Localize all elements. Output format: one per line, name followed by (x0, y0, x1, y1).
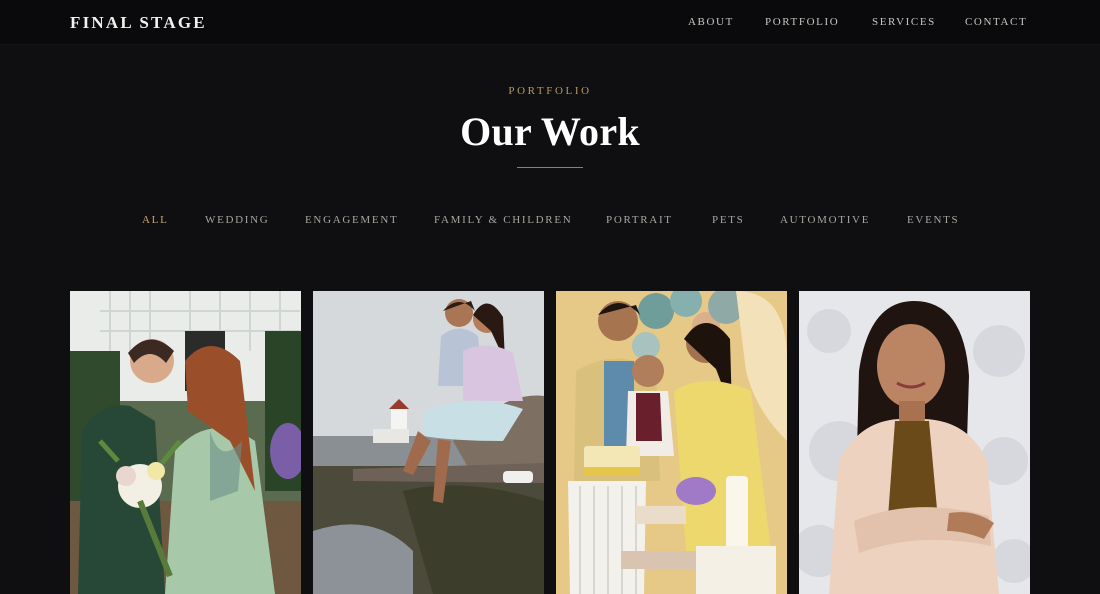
filter-portrait[interactable]: PORTRAIT (606, 214, 673, 226)
nav-link-services[interactable]: SERVICES (872, 16, 936, 28)
filter-family-children[interactable]: FAMILY & CHILDREN (434, 214, 572, 226)
filter-events[interactable]: EVENTS (907, 214, 959, 226)
engagement-beach-photo (313, 291, 544, 594)
portrait-woman-photo (799, 291, 1030, 594)
nav-link-contact[interactable]: CONTACT (965, 16, 1027, 28)
section-eyebrow: PORTFOLIO (508, 85, 592, 97)
filter-pets[interactable]: PETS (712, 214, 744, 226)
filter-automotive[interactable]: AUTOMOTIVE (780, 214, 870, 226)
title-divider (517, 167, 583, 168)
wedding-couple-photo (70, 291, 301, 594)
filter-all[interactable]: ALL (142, 214, 168, 226)
portfolio-filter-bar: ALL WEDDING ENGAGEMENT FAMILY & CHILDREN… (0, 214, 1100, 228)
family-birthday-photo (556, 291, 787, 594)
top-navigation-bar: FINAL STAGE ABOUT PORTFOLIO SERVICES CON… (0, 0, 1100, 45)
gallery-item-portrait[interactable] (799, 291, 1030, 594)
gallery-item-family[interactable] (556, 291, 787, 594)
filter-engagement[interactable]: ENGAGEMENT (305, 214, 398, 226)
nav-link-about[interactable]: ABOUT (688, 16, 734, 28)
gallery-item-engagement[interactable] (313, 291, 544, 594)
filter-wedding[interactable]: WEDDING (205, 214, 269, 226)
main-nav: ABOUT PORTFOLIO SERVICES CONTACT (0, 16, 1100, 30)
page-title: Our Work (460, 109, 640, 154)
nav-link-portfolio[interactable]: PORTFOLIO (765, 16, 839, 28)
gallery-item-wedding[interactable] (70, 291, 301, 594)
